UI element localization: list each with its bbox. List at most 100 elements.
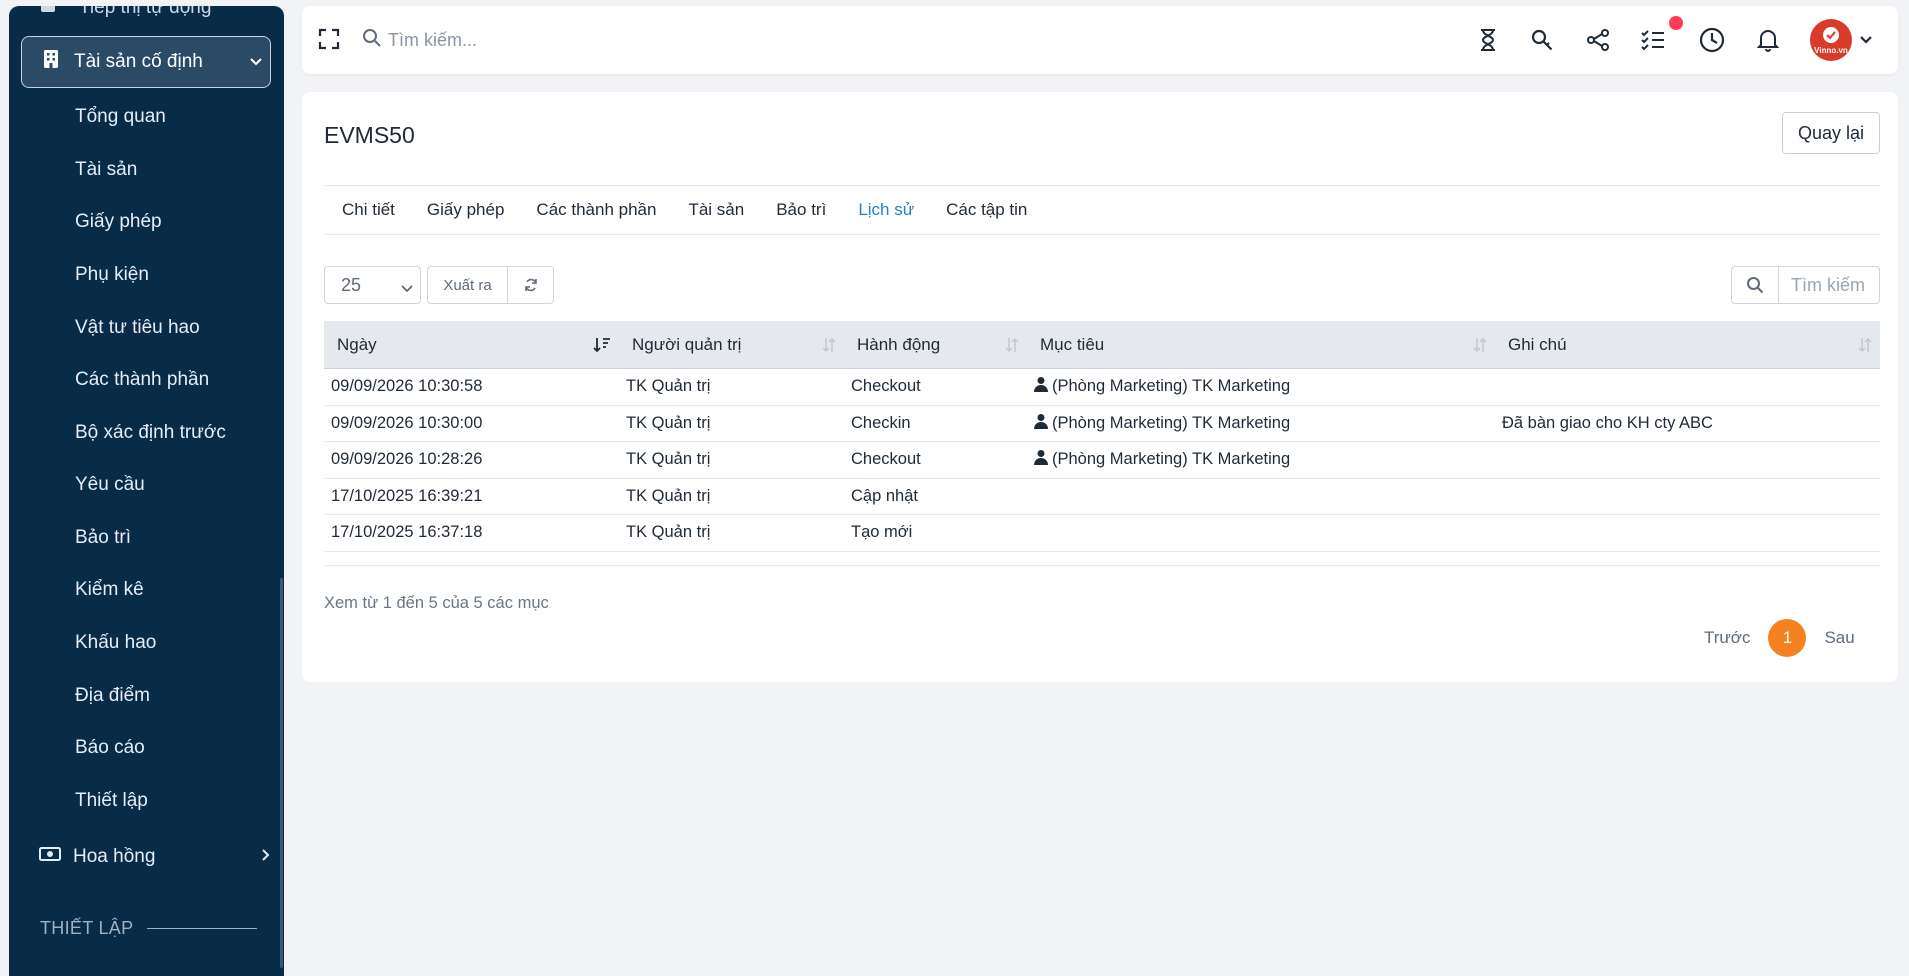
- sidebar-scrollbar[interactable]: [280, 578, 283, 968]
- column-header-admin[interactable]: Người quản trị: [619, 321, 844, 369]
- tab-history[interactable]: Lịch sử: [858, 200, 914, 220]
- search-placeholder: Tìm kiếm...: [388, 30, 477, 50]
- table-row: 09/09/2026 10:30:58 TK Quản trị Checkout…: [324, 369, 1880, 406]
- sidebar-item-marketing-automation[interactable]: Tiếp thị tự động: [9, 6, 284, 22]
- chevron-down-icon: [400, 278, 414, 299]
- sort-icon: [1858, 337, 1872, 358]
- sidebar-item-consumables[interactable]: Vật tư tiêu hao: [75, 317, 200, 339]
- page-length-select[interactable]: 25: [324, 266, 421, 304]
- divider: [147, 928, 258, 929]
- back-button[interactable]: Quay lại: [1782, 112, 1880, 154]
- sidebar-item-locations[interactable]: Địa điểm: [75, 685, 150, 707]
- fullscreen-icon[interactable]: [318, 28, 340, 55]
- table-row: 09/09/2026 10:30:00 TK Quản trị Checkin …: [324, 406, 1880, 442]
- task-list-icon[interactable]: [1639, 26, 1667, 54]
- cell-date: 17/10/2025 16:39:21: [331, 486, 483, 505]
- sidebar-item-licenses[interactable]: Giấy phép: [75, 211, 162, 233]
- sidebar-item-commission[interactable]: Hoa hồng: [39, 842, 271, 872]
- column-label: Người quản trị: [632, 334, 742, 354]
- sidebar-group-fixed-assets[interactable]: Tài sản cố định: [21, 36, 271, 88]
- target-label: (Phòng Marketing) TK Marketing: [1052, 450, 1291, 469]
- avatar[interactable]: Vinno.vn: [1810, 19, 1852, 61]
- pagination-prev[interactable]: Trước: [1704, 628, 1750, 648]
- sidebar-item-requests[interactable]: Yêu cầu: [75, 474, 145, 496]
- sidebar-item-reports[interactable]: Báo cáo: [75, 737, 145, 759]
- search-icon: [362, 28, 382, 53]
- table-header: Ngày Người quản trị Hành động Mục tiêu G…: [324, 321, 1880, 369]
- export-button[interactable]: Xuất ra: [427, 266, 508, 304]
- search-key-icon[interactable]: [1528, 26, 1556, 54]
- cell-target: (Phòng Marketing) TK Marketing: [1027, 449, 1495, 470]
- table-row: 17/10/2025 16:39:21 TK Quản trị Cập nhật: [324, 479, 1880, 515]
- pagination-page-current[interactable]: 1: [1768, 619, 1807, 657]
- chevron-right-icon: [261, 846, 271, 868]
- sidebar-item-presets[interactable]: Bộ xác định trước: [75, 422, 226, 444]
- cell-date: 09/09/2026 10:28:26: [331, 450, 483, 469]
- refresh-button[interactable]: [507, 266, 554, 304]
- sidebar-item-overview[interactable]: Tổng quan: [75, 106, 166, 128]
- column-header-action[interactable]: Hành động: [844, 321, 1027, 369]
- chevron-down-icon[interactable]: [1859, 32, 1873, 50]
- sidebar-item-audit[interactable]: Kiểm kê: [75, 579, 144, 601]
- sidebar-item-accessories[interactable]: Phụ kiện: [75, 264, 149, 286]
- column-label: Ngày: [337, 334, 377, 354]
- hourglass-icon[interactable]: [1474, 26, 1502, 54]
- sidebar-item-label: Hoa hồng: [73, 846, 156, 867]
- column-header-date[interactable]: Ngày: [324, 321, 619, 369]
- sidebar-item-maintenance[interactable]: Bảo trì: [75, 527, 131, 549]
- target-label: (Phòng Marketing) TK Marketing: [1052, 377, 1291, 396]
- cell-admin: TK Quản trị: [626, 377, 711, 396]
- table-row: 17/10/2025 16:37:18 TK Quản trị Tạo mới: [324, 515, 1880, 552]
- cell-target: (Phòng Marketing) TK Marketing: [1027, 413, 1495, 434]
- table-search-input[interactable]: Tìm kiếm: [1778, 266, 1880, 304]
- tab-components[interactable]: Các thành phần: [536, 200, 656, 220]
- cell-date: 09/09/2026 10:30:00: [331, 413, 483, 432]
- tab-maintenance[interactable]: Bảo trì: [776, 200, 826, 220]
- refresh-icon: [524, 278, 537, 292]
- cell-action: Checkout: [851, 450, 921, 469]
- sidebar-item-assets[interactable]: Tài sản: [75, 159, 137, 181]
- global-search[interactable]: Tìm kiếm...: [362, 28, 477, 53]
- tab-licenses[interactable]: Giấy phép: [427, 200, 505, 220]
- tab-bar: Chi tiết Giấy phép Các thành phần Tài sả…: [324, 185, 1880, 235]
- sidebar-item-settings[interactable]: Thiết lập: [75, 790, 148, 812]
- column-label: Ghi chú: [1508, 334, 1567, 354]
- sidebar: Tiếp thị tự động Tài sản cố định Tổng qu…: [9, 6, 284, 976]
- sort-icon: [1473, 337, 1487, 358]
- search-icon: [1747, 277, 1764, 294]
- cell-note: Đã bàn giao cho KH cty ABC: [1502, 413, 1713, 432]
- column-header-target[interactable]: Mục tiêu: [1027, 321, 1495, 369]
- history-table: Ngày Người quản trị Hành động Mục tiêu G…: [324, 321, 1880, 566]
- avatar-text: Vinno.vn: [1814, 45, 1848, 55]
- table-search-button[interactable]: [1731, 266, 1779, 304]
- share-icon[interactable]: [1584, 26, 1612, 54]
- table-info: Xem từ 1 đến 5 của 5 các mục: [324, 594, 549, 612]
- user-icon: [1034, 376, 1048, 397]
- cell-action: Tạo mới: [851, 523, 913, 542]
- tab-files[interactable]: Các tập tin: [946, 200, 1027, 220]
- chevron-down-icon: [242, 57, 270, 67]
- cell-action: Cập nhật: [851, 486, 918, 505]
- table-footer-divider: [324, 552, 1880, 566]
- cell-action: Checkin: [851, 413, 911, 432]
- pagination-next[interactable]: Sau: [1824, 628, 1854, 648]
- sidebar-group-label: Tài sản cố định: [74, 51, 203, 72]
- cell-admin: TK Quản trị: [626, 486, 711, 505]
- section-title: THIẾT LẬP: [40, 918, 134, 938]
- money-icon: [39, 846, 61, 868]
- tab-assets[interactable]: Tài sản: [688, 200, 744, 220]
- tab-details[interactable]: Chi tiết: [342, 200, 395, 220]
- user-icon: [1034, 449, 1048, 470]
- column-label: Hành động: [857, 334, 941, 354]
- main-card: EVMS50 Quay lại Chi tiết Giấy phép Các t…: [302, 92, 1898, 682]
- user-icon: [1034, 413, 1048, 434]
- page-length-value: 25: [341, 274, 362, 295]
- sidebar-item-depreciation[interactable]: Khấu hao: [75, 632, 156, 654]
- clock-icon[interactable]: [1698, 26, 1726, 54]
- target-label: (Phòng Marketing) TK Marketing: [1052, 413, 1291, 432]
- column-header-note[interactable]: Ghi chú: [1495, 321, 1880, 369]
- cell-target: (Phòng Marketing) TK Marketing: [1027, 376, 1495, 397]
- sidebar-item-components[interactable]: Các thành phần: [75, 369, 209, 391]
- bell-icon[interactable]: [1754, 26, 1782, 54]
- topbar: Tìm kiếm... Vinno.vn: [302, 6, 1898, 74]
